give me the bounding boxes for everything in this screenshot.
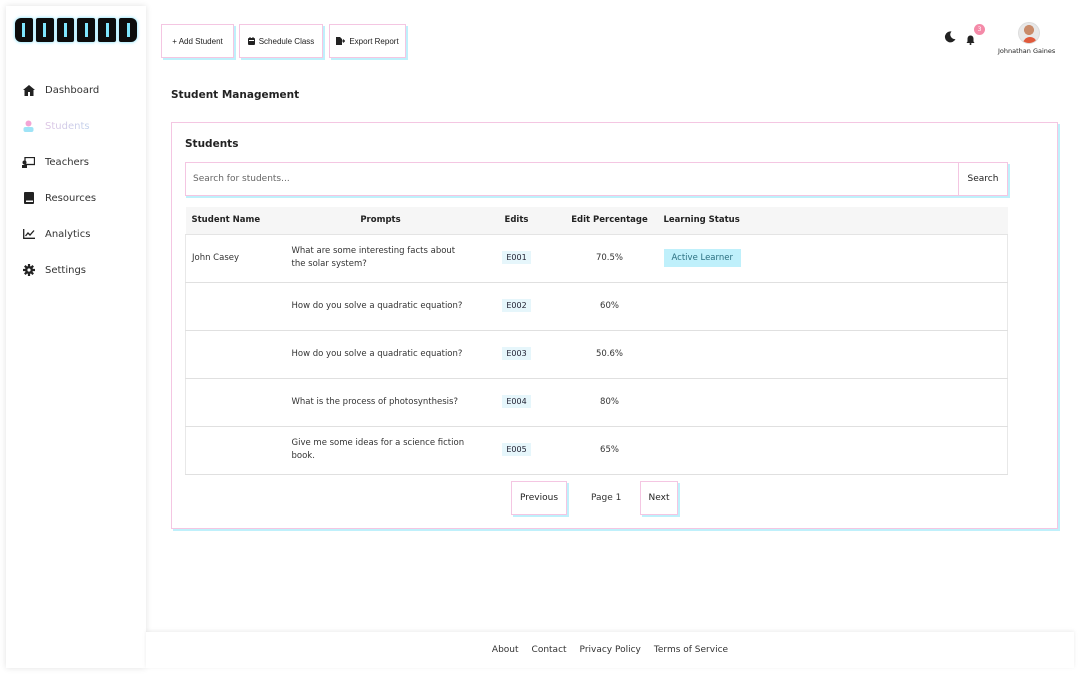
status-cell <box>655 426 1008 475</box>
export-report-label: Export Report <box>349 36 399 46</box>
edit-percentage-cell: 70.5% <box>563 234 656 283</box>
footer: About Contact Privacy Policy Terms of Se… <box>146 632 1074 668</box>
prompt-cell: Give me some ideas for a science fiction… <box>285 426 470 475</box>
page-title: Student Management <box>171 89 300 101</box>
status-cell <box>655 330 1008 379</box>
sidebar-item-settings[interactable]: Settings <box>6 252 146 288</box>
edit-id-tag[interactable]: E004 <box>502 395 531 408</box>
status-cell <box>655 282 1008 331</box>
sidebar-item-analytics[interactable]: Analytics <box>6 216 146 252</box>
sidebar-item-label: Analytics <box>45 228 91 240</box>
card-title: Students <box>185 138 239 150</box>
table-row[interactable]: What is the process of photosynthesis? E… <box>185 378 1008 427</box>
header-user-area: 3 Johnathan Gaines <box>930 22 1080 62</box>
student-name-cell <box>185 426 286 475</box>
student-name-cell <box>185 378 286 427</box>
avatar[interactable] <box>1018 22 1040 44</box>
teacher-icon <box>22 156 35 169</box>
column-header-edit-percentage: Edit Percentage <box>563 207 656 235</box>
book-icon <box>22 192 35 205</box>
file-export-icon <box>336 37 346 45</box>
gear-icon <box>22 264 35 277</box>
sidebar: GUIDED Dashboard Students Teachers <box>6 6 146 668</box>
column-header-student-name: Student Name <box>185 207 286 235</box>
student-name-cell <box>185 282 286 331</box>
sidebar-item-label: Students <box>45 120 90 132</box>
footer-link-contact[interactable]: Contact <box>532 645 567 655</box>
schedule-class-button[interactable]: Schedule Class <box>239 24 323 58</box>
student-name-cell <box>185 330 286 379</box>
search-button[interactable]: Search <box>958 162 1008 196</box>
students-icon <box>22 120 35 133</box>
bell-icon[interactable] <box>966 30 975 49</box>
next-page-button[interactable]: Next <box>640 481 678 515</box>
notification-badge: 3 <box>974 24 985 35</box>
home-icon <box>22 84 35 97</box>
footer-link-about[interactable]: About <box>492 645 519 655</box>
footer-link-privacy-policy[interactable]: Privacy Policy <box>580 645 641 655</box>
table-row[interactable]: How do you solve a quadratic equation? E… <box>185 330 1008 379</box>
footer-link-terms-of-service[interactable]: Terms of Service <box>654 645 728 655</box>
edit-percentage-cell: 65% <box>563 426 656 475</box>
sidebar-nav: Dashboard Students Teachers Resources An… <box>6 72 146 288</box>
calendar-icon <box>247 37 255 45</box>
search-input[interactable] <box>185 162 959 196</box>
edit-percentage-cell: 50.6% <box>563 330 656 379</box>
brand-logo[interactable]: GUIDED <box>15 18 137 42</box>
sidebar-item-label: Teachers <box>45 156 89 168</box>
chart-icon <box>22 228 35 241</box>
student-name-cell: John Casey <box>185 234 286 283</box>
edit-id-tag[interactable]: E001 <box>502 251 531 264</box>
edit-percentage-cell: 60% <box>563 282 656 331</box>
dark-mode-toggle-icon[interactable] <box>944 28 956 47</box>
add-student-label: + Add Student <box>172 36 223 46</box>
sidebar-item-dashboard[interactable]: Dashboard <box>6 72 146 108</box>
sidebar-item-resources[interactable]: Resources <box>6 180 146 216</box>
column-header-prompts: Prompts <box>285 207 470 235</box>
username: Johnathan Gaines <box>998 47 1056 55</box>
edit-id-tag[interactable]: E002 <box>502 299 531 312</box>
column-header-edits: Edits <box>469 207 564 235</box>
edit-percentage-cell: 80% <box>563 378 656 427</box>
previous-page-button[interactable]: Previous <box>511 481 567 515</box>
table-header-row: Student Name Prompts Edits Edit Percenta… <box>185 207 1008 235</box>
edit-id-tag[interactable]: E003 <box>502 347 531 360</box>
table-row[interactable]: How do you solve a quadratic equation? E… <box>185 282 1008 331</box>
students-card: Students Search Student Name Prompts Edi… <box>171 122 1058 529</box>
edit-id-tag[interactable]: E005 <box>502 443 531 456</box>
status-cell <box>655 378 1008 427</box>
schedule-class-label: Schedule Class <box>258 36 315 46</box>
prompt-cell: What are some interesting facts about th… <box>285 234 470 283</box>
sidebar-item-students[interactable]: Students <box>6 108 146 144</box>
page-indicator: Page 1 <box>591 493 622 503</box>
prompt-cell: How do you solve a quadratic equation? <box>285 282 470 331</box>
add-student-button[interactable]: + Add Student <box>161 24 234 58</box>
students-table: Student Name Prompts Edits Edit Percenta… <box>185 207 1008 475</box>
sidebar-item-teachers[interactable]: Teachers <box>6 144 146 180</box>
table-row[interactable]: John Casey What are some interesting fac… <box>185 234 1008 283</box>
export-report-button[interactable]: Export Report <box>329 24 406 58</box>
sidebar-item-label: Resources <box>45 192 97 204</box>
prompt-cell: What is the process of photosynthesis? <box>285 378 470 427</box>
prompt-cell: How do you solve a quadratic equation? <box>285 330 470 379</box>
table-row[interactable]: Give me some ideas for a science fiction… <box>185 426 1008 475</box>
status-badge: Active Learner <box>663 248 741 267</box>
sidebar-item-label: Settings <box>45 264 87 276</box>
column-header-learning-status: Learning Status <box>655 207 1008 235</box>
sidebar-item-label: Dashboard <box>45 84 100 96</box>
